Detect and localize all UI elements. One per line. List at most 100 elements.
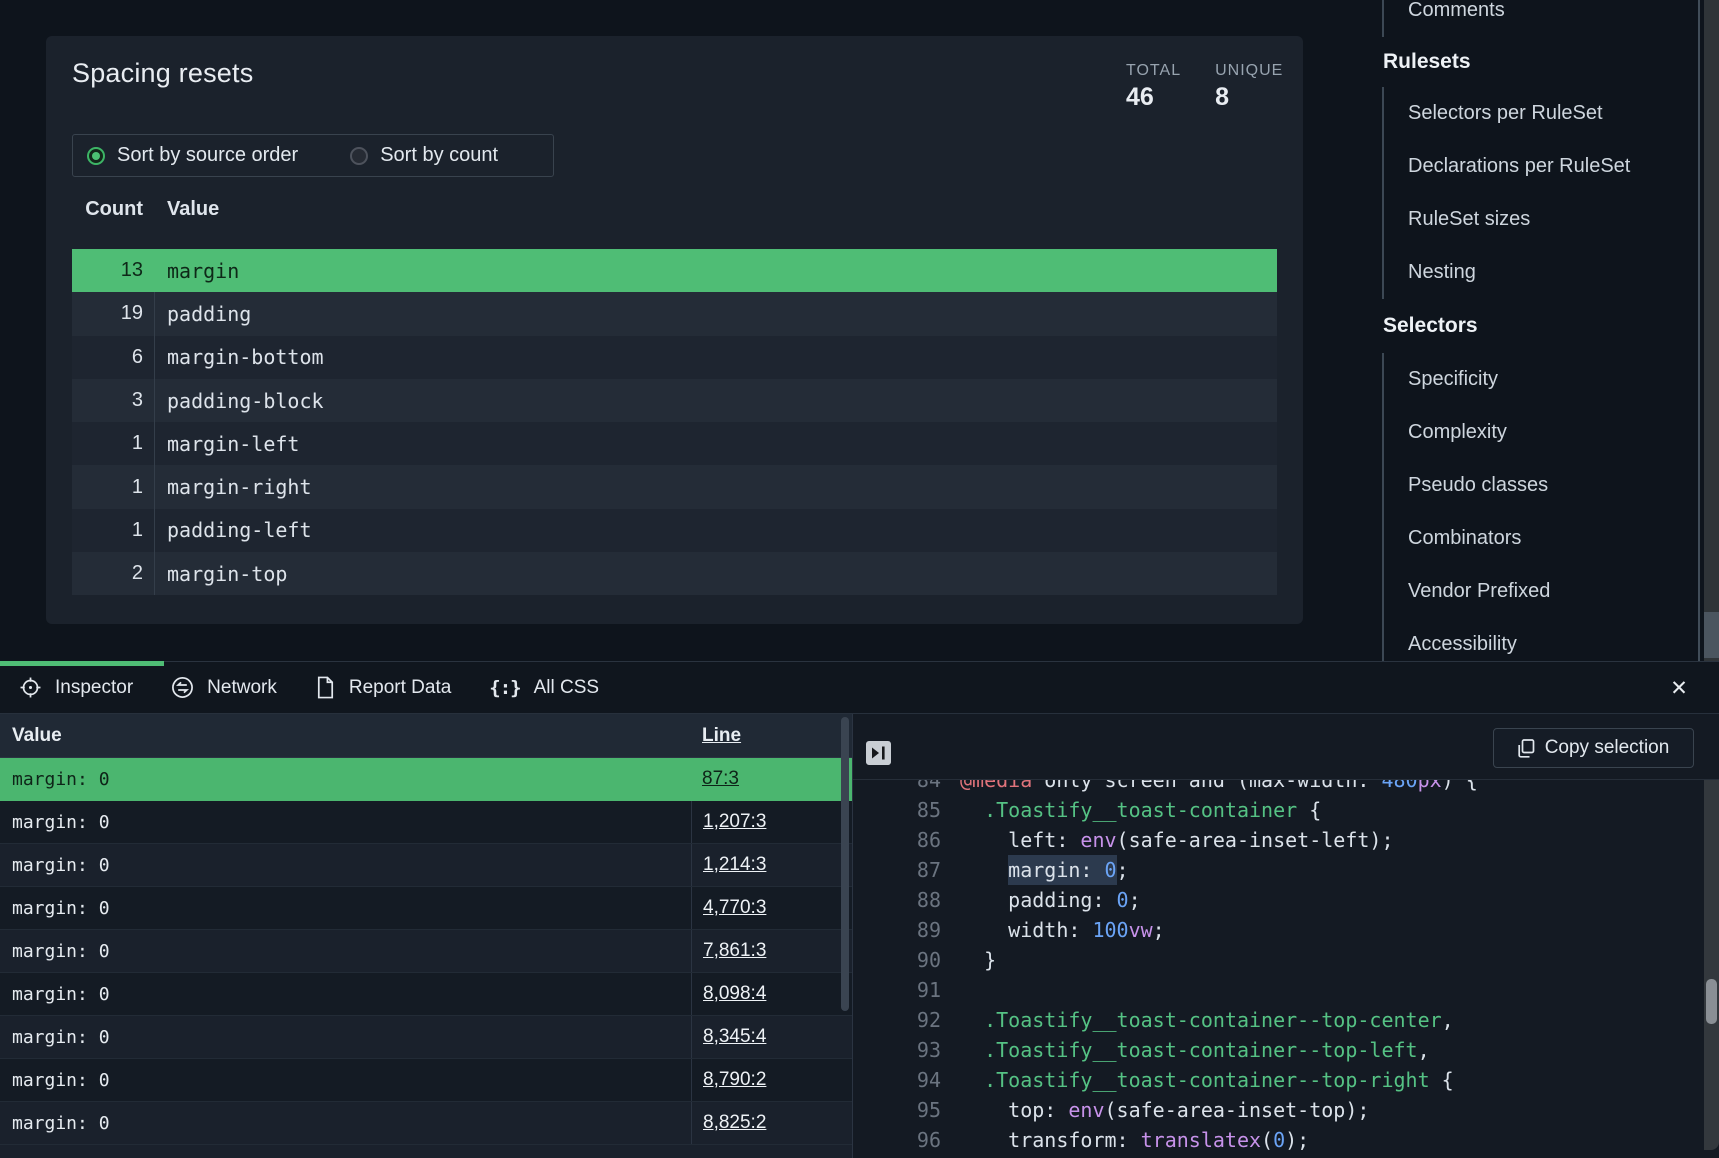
count-column-header: Count [72, 198, 143, 221]
line-link[interactable]: 8,790:2 [703, 1069, 766, 1091]
inspector-row[interactable]: margin: 087:3 [0, 758, 852, 801]
code-line: 87 margin: 0; [853, 855, 1719, 885]
sidebar-item-declarations-per-ruleset[interactable]: Declarations per RuleSet [1384, 140, 1698, 193]
line-cell: 4,770:3 [691, 887, 852, 929]
code-line: 96 transform: translatex(0); [853, 1125, 1719, 1155]
copy-selection-label: Copy selection [1545, 737, 1670, 759]
declaration-value: margin: 0 [12, 812, 110, 833]
line-number: 86 [853, 828, 941, 852]
sidebar-item-selectors-per-ruleset[interactable]: Selectors per RuleSet [1384, 87, 1698, 140]
row-count: 3 [72, 389, 143, 412]
sidebar-group-selectors: SpecificityComplexityPseudo classesCombi… [1382, 353, 1698, 671]
line-number: 95 [853, 1098, 941, 1122]
line-link[interactable]: 8,098:4 [703, 983, 766, 1005]
spacing-row[interactable]: 1margin-right [72, 465, 1277, 508]
line-cell: 8,098:4 [691, 973, 852, 1015]
row-count: 13 [72, 259, 143, 282]
stat-label: UNIQUE [1215, 62, 1283, 80]
close-panel-button[interactable]: ✕ [1665, 674, 1693, 702]
radio-label: Sort by count [380, 144, 498, 167]
spacing-row[interactable]: 6margin-bottom [72, 336, 1277, 379]
sidebar-item-nesting[interactable]: Nesting [1384, 246, 1698, 299]
line-link[interactable]: 1,207:3 [703, 811, 766, 833]
line-number: 90 [853, 948, 941, 972]
code-text: @media only screen and (max-width: 480px… [960, 780, 1478, 792]
sidebar-heading-selectors: Selectors [1382, 299, 1698, 353]
code-line: 90 } [853, 945, 1719, 975]
line-cell: 8,825:2 [691, 1102, 852, 1144]
spacing-row[interactable]: 2margin-top [72, 552, 1277, 595]
active-tab-indicator [0, 661, 164, 666]
inspector-row[interactable]: margin: 0 4,770:3 [0, 887, 852, 930]
stat-value: 8 [1215, 83, 1283, 112]
code-line: 93 .Toastify__toast-container--top-left, [853, 1035, 1719, 1065]
tab-report-data[interactable]: Report Data [296, 662, 470, 713]
row-value: padding [155, 302, 251, 326]
code-line: 85 .Toastify__toast-container { [853, 795, 1719, 825]
declaration-value: margin: 0 [12, 941, 110, 962]
app-window: Spacing resets TOTAL46UNIQUE8 Sort by so… [0, 0, 1719, 1158]
tab-network[interactable]: Network [152, 662, 296, 713]
sort-radio-group: Sort by source orderSort by count [72, 134, 554, 177]
spacing-resets-card: Spacing resets TOTAL46UNIQUE8 Sort by so… [46, 36, 1303, 624]
tab-label: Network [207, 677, 277, 699]
line-number: 96 [853, 1128, 941, 1152]
code-scrollbar-track[interactable] [1704, 780, 1719, 1150]
inspector-row[interactable]: margin: 08,345:4 [0, 1016, 852, 1059]
row-count: 1 [72, 432, 143, 455]
stat-unique: UNIQUE 8 [1215, 62, 1283, 112]
expand-sidebar-button[interactable] [866, 741, 891, 765]
sidebar-item-ruleset-sizes[interactable]: RuleSet sizes [1384, 193, 1698, 246]
inspector-row[interactable]: margin: 01,214:3 [0, 844, 852, 887]
code-scrollbar-thumb[interactable] [1706, 979, 1717, 1024]
line-number: 88 [853, 888, 941, 912]
row-value: margin-top [155, 562, 287, 586]
sidebar-edge-divider [1698, 0, 1700, 661]
sidebar-item-combinators[interactable]: Combinators [1384, 512, 1698, 565]
inspector-scrollbar-thumb[interactable] [841, 717, 849, 1011]
sidebar-item-pseudo-classes[interactable]: Pseudo classes [1384, 459, 1698, 512]
inspector-rows: margin: 087:3margin: 01,207:3margin: 01,… [0, 758, 852, 1158]
code-line: 86 left: env(safe-area-inset-left); [853, 825, 1719, 855]
stat-value: 46 [1126, 83, 1181, 112]
sidebar-item-complexity[interactable]: Complexity [1384, 406, 1698, 459]
page-scrollbar-thumb[interactable] [1704, 612, 1719, 658]
inspector-row[interactable]: margin: 08,825:2 [0, 1102, 852, 1145]
value-column-header: Value [12, 725, 62, 747]
code-text: transform: translatex(0); [960, 1128, 1309, 1152]
radio-sort-by-count[interactable] [350, 147, 368, 165]
tab-all-css[interactable]: {:}All CSS [470, 662, 618, 713]
line-link[interactable]: 8,825:2 [703, 1112, 766, 1134]
line-link[interactable]: 87:3 [702, 768, 739, 790]
spacing-row[interactable]: 13margin [72, 249, 1277, 292]
sidebar-item-specificity[interactable]: Specificity [1384, 353, 1698, 406]
spacing-row[interactable]: 1padding-left [72, 509, 1277, 552]
page-scrollbar-track[interactable] [1704, 0, 1719, 661]
stat-total: TOTAL46 [1126, 62, 1181, 112]
line-link[interactable]: 8,345:4 [703, 1026, 766, 1048]
inspector-row[interactable]: margin: 0 7,861:3 [0, 930, 852, 973]
line-link[interactable]: 4,770:3 [703, 897, 766, 919]
inspector-row[interactable]: margin: 0 1,207:3 [0, 801, 852, 844]
inspector-row[interactable]: margin: 08,790:2 [0, 1059, 852, 1102]
line-link[interactable]: 7,861:3 [703, 940, 766, 962]
copy-selection-button[interactable]: Copy selection [1493, 728, 1694, 768]
inspector-row[interactable]: margin: 08,098:4 [0, 973, 852, 1016]
declaration-value: margin: 0 [12, 898, 110, 919]
code-text: top: env(safe-area-inset-top); [960, 1098, 1369, 1122]
swap-arrows-icon [171, 676, 194, 699]
spacing-row[interactable]: 3padding-block [72, 379, 1277, 422]
sidebar-item-vendor-prefixed[interactable]: Vendor Prefixed [1384, 565, 1698, 618]
tab-inspector[interactable]: Inspector [0, 662, 152, 713]
spacing-table: 13margin19padding6margin-bottom3padding-… [72, 249, 1277, 595]
sidebar-item-comments[interactable]: Comments [1382, 0, 1698, 37]
code-text: } [960, 948, 996, 972]
radio-sort-by-source-order[interactable] [87, 147, 105, 165]
spacing-row[interactable]: 19padding [72, 292, 1277, 335]
code-text: .Toastify__toast-container { [960, 798, 1321, 822]
line-link[interactable]: 1,214:3 [703, 854, 766, 876]
line-column-header[interactable]: Line [702, 725, 741, 747]
code-line: 88 padding: 0; [853, 885, 1719, 915]
inspector-panel: InspectorNetworkReport Data{:}All CSS ✕ … [0, 661, 1719, 1158]
spacing-row[interactable]: 1margin-left [72, 422, 1277, 465]
